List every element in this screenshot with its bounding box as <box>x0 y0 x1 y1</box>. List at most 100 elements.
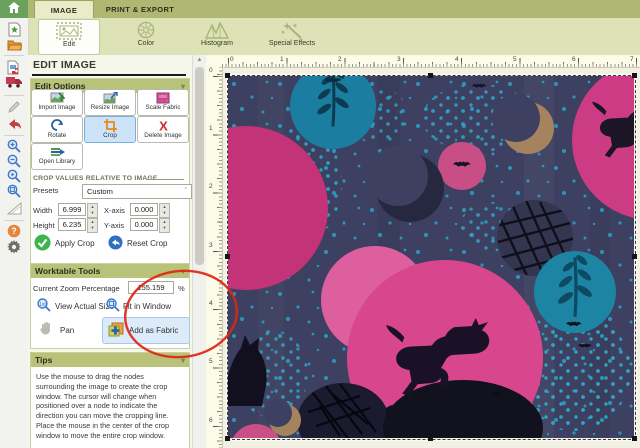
edit-image-panel: EDIT IMAGE Edit Options ▾ Import Image R… <box>28 55 192 448</box>
fit-in-window-icon <box>106 298 120 312</box>
open-library-label: Open Library <box>38 158 76 165</box>
reset-crop-button[interactable] <box>108 235 123 255</box>
yaxis-input[interactable] <box>130 218 158 231</box>
rotate-button[interactable]: Rotate <box>31 116 83 143</box>
sidebar-divider <box>4 55 24 56</box>
height-spinner[interactable]: ▲ ▼ <box>87 218 98 233</box>
xaxis-input[interactable] <box>130 203 158 216</box>
tips-header[interactable]: Tips ▾ <box>31 353 189 367</box>
delete-image-label: Delete Image <box>144 132 182 139</box>
ribbon-edit-button[interactable]: Edit <box>38 19 100 55</box>
pan-label[interactable]: Pan <box>60 326 74 335</box>
tab-print-export[interactable]: PRINT & EXPORT <box>94 0 186 18</box>
panel-scrollbar[interactable]: ▲ <box>192 55 207 448</box>
svg-text:?: ? <box>11 226 17 236</box>
vertical-ruler: 0 1 2 3 4 5 6 <box>206 67 223 448</box>
presets-dropdown[interactable]: Custom ˆ <box>82 184 192 199</box>
add-as-fabric-label: Add as Fabric <box>129 326 179 335</box>
height-label: Height <box>33 221 55 230</box>
import-image-button[interactable]: Import Image <box>31 89 83 116</box>
pan-hand-icon <box>40 322 50 335</box>
worktable-tools-header[interactable]: Worktable Tools ▾ <box>31 264 189 278</box>
percent-sign: % <box>178 284 185 293</box>
view-actual-size-button[interactable]: 1st <box>37 298 51 317</box>
scale-fabric-label: Scale Fabric <box>145 104 181 111</box>
width-spinner[interactable]: ▲ ▼ <box>87 203 98 218</box>
home-button[interactable] <box>0 0 28 18</box>
zoom-previous-icon[interactable] <box>5 168 23 184</box>
fit-in-window-label[interactable]: Fit in Window <box>123 302 171 311</box>
worktable-tools-header-label: Worktable Tools <box>35 266 101 276</box>
scale-fabric-icon <box>156 92 170 104</box>
height-input[interactable] <box>58 218 86 231</box>
magic-wand-icon <box>281 22 302 39</box>
zoom-out-icon[interactable] <box>5 153 23 169</box>
add-as-fabric-button[interactable]: Add as Fabric <box>102 317 190 344</box>
zoom-in-icon[interactable] <box>5 138 23 154</box>
scrollbar-thumb[interactable] <box>195 67 204 265</box>
settings-gear-icon[interactable] <box>5 239 23 255</box>
resize-image-button[interactable]: Resize Image <box>84 89 136 116</box>
v-ruler-5: 5 <box>209 358 213 365</box>
collapse-arrow-icon[interactable]: ▾ <box>181 356 185 365</box>
set-square-icon[interactable] <box>5 200 23 216</box>
crop-handle-top-left[interactable] <box>225 73 230 78</box>
add-as-fabric-icon <box>108 322 124 337</box>
open-folder-icon[interactable] <box>5 37 23 53</box>
import-image-label: Import Image <box>38 104 76 111</box>
crop-handle-top-center[interactable] <box>428 73 433 78</box>
crop-values-label: CROP VALUES RELATIVE TO IMAGE <box>33 175 158 182</box>
apply-crop-label[interactable]: Apply Crop <box>55 239 95 248</box>
ribbon-histogram-button[interactable]: Histogram <box>186 19 248 53</box>
scale-fabric-button[interactable]: Scale Fabric <box>137 89 189 116</box>
edit-image-icon <box>56 22 82 40</box>
svg-text:X: X <box>159 119 168 132</box>
width-input[interactable] <box>58 203 86 216</box>
crop-button[interactable]: Crop <box>84 116 136 143</box>
resize-image-label: Resize Image <box>90 104 130 111</box>
apply-crop-button[interactable] <box>34 234 51 256</box>
scrollbar-up-arrow[interactable]: ▲ <box>195 57 204 63</box>
horizontal-ruler: 0 1 2 3 4 5 6 7 <box>222 55 640 68</box>
crop-selection-marquee[interactable] <box>227 75 636 440</box>
v-ruler-6: 6 <box>209 417 213 424</box>
pencil-icon[interactable] <box>5 99 23 115</box>
tips-section: Tips ▾ Use the mouse to drag the nodes s… <box>30 352 190 448</box>
v-ruler-4: 4 <box>209 300 213 307</box>
panel-title: EDIT IMAGE <box>33 59 97 71</box>
delete-image-button[interactable]: X Delete Image <box>137 116 189 143</box>
crop-handle-top-right[interactable] <box>632 73 637 78</box>
fit-in-window-button[interactable] <box>106 298 120 317</box>
reset-crop-label[interactable]: Reset Crop <box>127 239 167 248</box>
pan-button[interactable] <box>39 321 53 341</box>
xaxis-spinner[interactable]: ▲ ▼ <box>159 203 170 218</box>
sidebar-divider <box>4 95 24 96</box>
open-library-button[interactable]: Open Library <box>31 143 83 170</box>
left-sidebar: ? <box>0 18 29 448</box>
new-project-icon[interactable] <box>5 21 23 37</box>
crop-handle-bottom-center[interactable] <box>428 436 433 441</box>
yaxis-spinner[interactable]: ▲ ▼ <box>159 218 170 233</box>
presets-label: Presets <box>33 186 59 195</box>
import-image-icon[interactable] <box>5 59 23 75</box>
crop-handle-bottom-left[interactable] <box>225 436 230 441</box>
crop-handle-mid-left[interactable] <box>225 254 230 259</box>
zoom-fit-icon[interactable] <box>5 183 23 199</box>
crop-handle-bottom-right[interactable] <box>632 436 637 441</box>
green-check-icon <box>34 234 51 251</box>
zoom-percentage-input[interactable] <box>128 281 174 294</box>
crop-handle-mid-right[interactable] <box>632 254 637 259</box>
fabric-library-truck-icon[interactable] <box>5 74 23 90</box>
crop-icon <box>103 119 117 132</box>
ribbon-special-effects-button[interactable]: Special Effects <box>256 19 328 53</box>
undo-arrow-icon[interactable] <box>5 116 23 132</box>
v-ruler-1: 1 <box>209 125 213 132</box>
resize-image-icon <box>103 92 118 104</box>
tab-image[interactable]: IMAGE <box>34 0 94 19</box>
v-ruler-2: 2 <box>209 183 213 190</box>
help-icon[interactable]: ? <box>5 223 23 239</box>
ribbon-color-button[interactable]: Color <box>116 19 176 53</box>
presets-value: Custom <box>87 187 113 196</box>
collapse-arrow-icon[interactable]: ▾ <box>181 267 185 276</box>
rotate-label: Rotate <box>47 132 67 139</box>
